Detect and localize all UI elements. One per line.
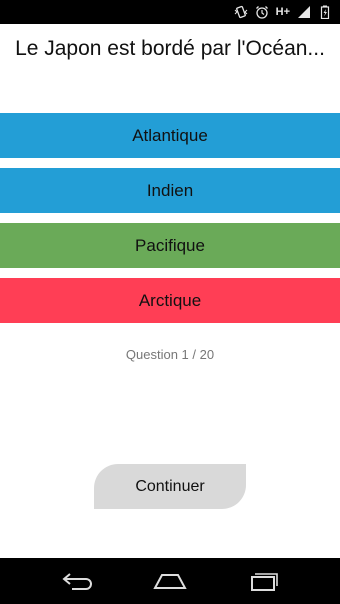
back-icon[interactable] <box>57 566 97 596</box>
home-icon[interactable] <box>150 566 190 596</box>
answer-option-3[interactable]: Pacifique <box>0 223 340 268</box>
vibrate-icon <box>234 5 248 19</box>
recent-apps-icon[interactable] <box>243 566 283 596</box>
answer-option-1[interactable]: Atlantique <box>0 113 340 158</box>
answer-option-2[interactable]: Indien <box>0 168 340 213</box>
signal-icon <box>297 5 311 19</box>
answer-label: Arctique <box>138 290 202 310</box>
answer-label: Indien <box>146 180 194 200</box>
navigation-bar <box>0 558 340 604</box>
status-bar: H+ <box>0 0 340 24</box>
answer-label: Pacifique <box>135 235 205 255</box>
question-counter: Question 1 / 20 <box>125 347 215 362</box>
question-text: Le Japon est bordé par l'Océan... <box>15 37 325 60</box>
continue-button-label: Continuer <box>135 477 205 495</box>
answer-option-4[interactable]: Arctique <box>0 278 340 323</box>
alarm-icon <box>255 5 269 19</box>
answer-label: Atlantique <box>132 125 208 145</box>
continue-button[interactable]: Continuer <box>94 464 246 509</box>
quiz-screen: H+ Le Japon est bordé par l'Océan... Atl… <box>0 0 340 604</box>
network-type-label: H+ <box>275 6 290 18</box>
battery-icon <box>318 5 332 20</box>
